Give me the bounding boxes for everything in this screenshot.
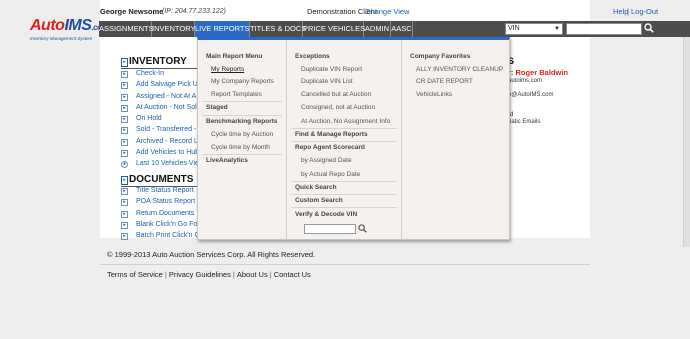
nav-assignments[interactable]: ASSIGNMENTS bbox=[99, 21, 154, 37]
search-icon[interactable] bbox=[358, 224, 367, 233]
arrow-bullet-icon: ▸ bbox=[121, 210, 128, 218]
arrow-bullet-icon: ▸ bbox=[121, 199, 128, 207]
user-ip: (IP: 204.77.233.122) bbox=[162, 8, 226, 15]
footer-divider bbox=[100, 264, 590, 265]
staged-heading[interactable]: Staged bbox=[206, 104, 228, 111]
company-favorites-heading: Company Favorites bbox=[410, 53, 471, 60]
dropdown-column-main: Main Report Menu My Reports My Company R… bbox=[198, 40, 287, 240]
arrow-bullet-icon: ▸ bbox=[121, 116, 128, 124]
my-reports-link[interactable]: My Reports bbox=[211, 66, 244, 73]
nav-titles-docs[interactable]: TITLES & DOCS bbox=[250, 21, 306, 37]
nav-price-vehicles[interactable]: PRICE VEHICLES bbox=[303, 21, 365, 37]
header-separator: | bbox=[627, 7, 629, 16]
arrow-bullet-icon: ▸ bbox=[121, 127, 128, 135]
menu-divider bbox=[291, 141, 397, 142]
arrow-bullet-icon: ▸ bbox=[121, 138, 128, 146]
terms-of-service-link[interactable]: Terms of Service bbox=[107, 270, 163, 279]
page: AutoIMS.com Inventory Management System … bbox=[0, 0, 690, 339]
search-type-select[interactable]: VIN ▼ bbox=[505, 23, 563, 35]
repo-agent-scorecard-heading[interactable]: Repo Agent Scorecard bbox=[295, 144, 365, 151]
menu-divider bbox=[291, 181, 397, 182]
arrow-bullet-icon: ▸ bbox=[121, 71, 128, 78]
menu-divider bbox=[291, 207, 397, 208]
ally-inventory-cleanup-link[interactable]: ALLY INVENTORY CLEANUP bbox=[416, 66, 503, 73]
exceptions-heading[interactable]: Exceptions bbox=[295, 53, 330, 60]
live-analytics-link[interactable]: LiveAnalytics bbox=[206, 157, 248, 164]
by-actual-repo-date-link[interactable]: by Actual Repo Date bbox=[301, 171, 360, 178]
autoims-logo[interactable]: AutoIMS.com Inventory Management System bbox=[30, 17, 109, 43]
contact-email[interactable]: e@AutoIMS.com bbox=[508, 92, 553, 98]
arrow-bullet-icon: ▸ bbox=[121, 233, 128, 241]
collapse-arrow-icon[interactable]: ▸ bbox=[121, 176, 128, 185]
search-input[interactable] bbox=[566, 23, 642, 35]
arrow-bullet-icon: ▸ bbox=[121, 82, 128, 90]
logo-tagline: Inventory Management System bbox=[30, 36, 93, 41]
documents-title: DOCUMENTS bbox=[129, 174, 194, 185]
verify-vin-input[interactable] bbox=[304, 224, 356, 234]
arrow-bullet-icon: ▸ bbox=[121, 93, 128, 101]
contact-line: natic Emails bbox=[508, 119, 541, 125]
report-templates-link[interactable]: Report Templates bbox=[211, 91, 262, 98]
privacy-guidelines-link[interactable]: Privacy Guidelines bbox=[169, 270, 231, 279]
nav-admin[interactable]: ADMIN bbox=[364, 21, 391, 37]
cycle-time-auction-link[interactable]: Cycle time by Auction bbox=[211, 131, 273, 138]
copyright: © 1999-2013 Auto Auction Services Corp. … bbox=[107, 250, 316, 259]
scrollbar[interactable] bbox=[683, 28, 690, 247]
footer-links: Terms of Service | Privacy Guidelines | Abou… bbox=[107, 270, 311, 279]
menu-divider bbox=[291, 128, 397, 129]
search-icon[interactable] bbox=[644, 23, 654, 33]
search-type-value: VIN bbox=[508, 25, 520, 32]
live-reports-dropdown: Main Report Menu My Reports My Company R… bbox=[197, 37, 510, 240]
dropdown-column-favorites: Company Favorites ALLY INVENTORY CLEANUP… bbox=[402, 40, 510, 240]
consigned-not-at-auction-link[interactable]: Consigned, not at Auction bbox=[301, 104, 375, 111]
arrow-bullet-icon: ▸ bbox=[121, 221, 128, 229]
footer-separator: | bbox=[232, 270, 235, 279]
cycle-time-month-link[interactable]: Cycle time by Month bbox=[211, 144, 270, 151]
menu-divider bbox=[202, 115, 282, 116]
dropdown-column-exceptions: Exceptions Duplicate VIN Report Duplicat… bbox=[287, 40, 402, 240]
arrow-bullet-icon: ▸ bbox=[121, 104, 128, 112]
vehiclelinks-link[interactable]: VehicleLinks bbox=[416, 91, 452, 98]
chevron-down-icon: ▼ bbox=[554, 26, 560, 32]
change-view-link[interactable]: Change View bbox=[365, 7, 409, 16]
custom-search-link[interactable]: Custom Search bbox=[295, 197, 343, 204]
no-assignment-info-link[interactable]: At Auction, No Assignment Info bbox=[301, 118, 390, 125]
menu-divider bbox=[291, 194, 397, 195]
my-company-reports-link[interactable]: My Company Reports bbox=[211, 78, 274, 85]
inventory-title: INVENTORY bbox=[129, 56, 187, 67]
collapse-arrow-icon[interactable]: ▸ bbox=[121, 58, 128, 67]
contact-us-link[interactable]: Contact Us bbox=[274, 270, 311, 279]
nav-live-reports[interactable]: LIVE REPORTS bbox=[195, 21, 250, 37]
documents-section-header: ▸ DOCUMENTS bbox=[121, 174, 199, 187]
main-report-menu-heading[interactable]: Main Report Menu bbox=[206, 53, 262, 60]
verify-decode-vin-heading[interactable]: Verify & Decode VIN bbox=[295, 211, 357, 218]
quick-search-link[interactable]: Quick Search bbox=[295, 184, 337, 191]
main-nav: ASSIGNMENTS INVENTORY LIVE REPORTS TITLE… bbox=[99, 21, 690, 37]
user-name: George Newsome bbox=[100, 7, 164, 16]
logout-link[interactable]: Log-Out bbox=[631, 7, 658, 16]
contact-name: r: Roger Baldwin bbox=[508, 68, 569, 77]
cancelled-at-auction-link[interactable]: Cancelled but at Auction bbox=[301, 91, 371, 98]
nav-aasc[interactable]: AASC bbox=[391, 21, 413, 37]
inventory-section-header: ▸ INVENTORY bbox=[121, 56, 199, 69]
nav-inventory[interactable]: INVENTORY bbox=[152, 21, 195, 37]
round-bullet-icon: ● bbox=[121, 161, 128, 169]
duplicate-vin-list-link[interactable]: Duplicate VIN List bbox=[301, 78, 353, 85]
arrow-bullet-icon: ▸ bbox=[121, 188, 128, 195]
benchmarking-heading[interactable]: Benchmarking Reports bbox=[206, 118, 278, 125]
bottom-gutter bbox=[0, 238, 690, 339]
footer-separator: | bbox=[269, 270, 272, 279]
logo-wordmark: AutoIMS.com bbox=[30, 17, 109, 34]
menu-divider bbox=[202, 154, 282, 155]
arrow-bullet-icon: ▸ bbox=[121, 150, 128, 158]
find-manage-reports-link[interactable]: Find & Manage Reports bbox=[295, 131, 368, 138]
cr-date-report-link[interactable]: CR DATE REPORT bbox=[416, 78, 473, 85]
contact-site[interactable]: autoims.com bbox=[508, 78, 542, 84]
menu-divider bbox=[202, 101, 282, 102]
about-us-link[interactable]: About Us bbox=[237, 270, 268, 279]
duplicate-vin-report-link[interactable]: Duplicate VIN Report bbox=[301, 66, 362, 73]
by-assigned-date-link[interactable]: by Assigned Date bbox=[301, 157, 352, 164]
footer-separator: | bbox=[164, 270, 167, 279]
